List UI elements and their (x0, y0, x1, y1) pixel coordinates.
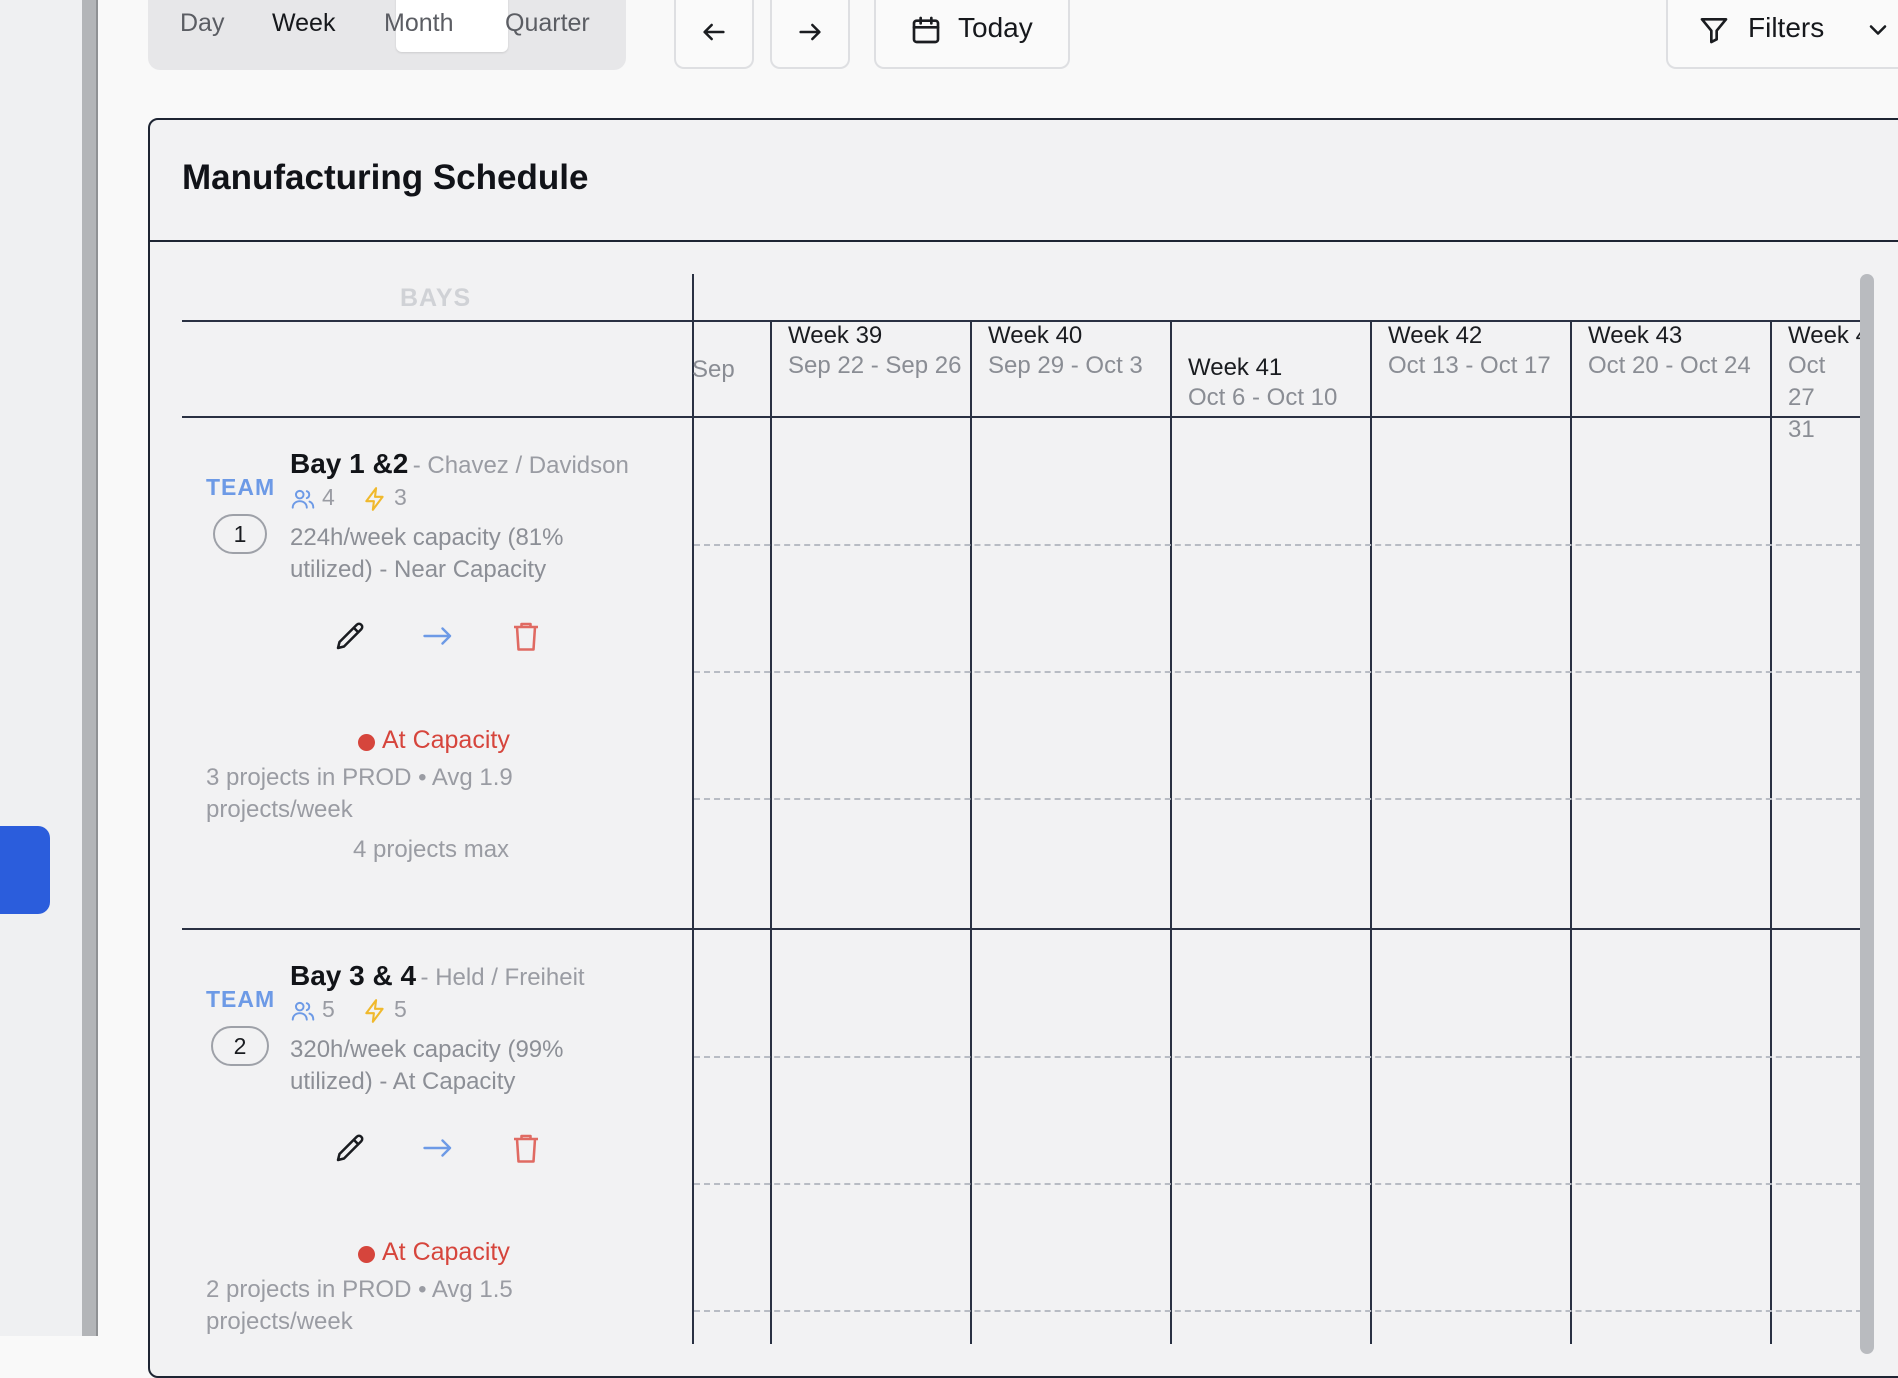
view-month-tab[interactable]: Month (384, 0, 453, 52)
week-divider (1370, 320, 1372, 1344)
today-button[interactable]: Today (874, 0, 1070, 69)
week-title: Week 41 (1188, 354, 1283, 381)
week-partial-range: Sep (692, 356, 735, 383)
view-week-tab[interactable]: Week (272, 0, 335, 52)
lightning-icon (365, 487, 384, 511)
week-header[interactable]: Week 40 Sep 29 - Oct 3 (988, 322, 1168, 382)
page-title: Manufacturing Schedule (182, 158, 589, 197)
filters-button[interactable]: Filters (1666, 0, 1898, 69)
trash-icon (514, 622, 538, 651)
bay-leads: - Chavez / Davidson (412, 452, 629, 479)
pencil-icon (336, 622, 364, 650)
status-dot (358, 1246, 375, 1263)
calendar-icon (912, 16, 940, 44)
users-icon (291, 489, 315, 509)
week-range: Oct 20 - Oct 24 (1588, 352, 1751, 379)
bay-name: Bay 3 & 4 (290, 960, 417, 991)
power-count: 3 (394, 484, 407, 510)
week-header-partial[interactable]: Week 4 Oct 27 31 (1788, 322, 1860, 446)
filter-icon (1700, 18, 1728, 44)
panel-header-divider (150, 240, 1898, 242)
week-divider (770, 320, 772, 1344)
move-bay-button[interactable] (420, 618, 456, 654)
week-range: Oct 27 31 (1788, 352, 1826, 443)
prev-week-button[interactable] (674, 0, 754, 69)
delete-bay-button[interactable] (508, 618, 544, 654)
view-quarter-tab[interactable]: Quarter (505, 0, 590, 52)
week-title: Week 4 (1788, 322, 1860, 349)
bay-title: Bay 3 & 4 - Held / Freiheit (290, 960, 585, 992)
week-divider (970, 320, 972, 1344)
week-range: Sep 22 - Sep 26 (788, 352, 962, 379)
slot-divider (694, 671, 1862, 673)
week-range: Oct 13 - Oct 17 (1388, 352, 1551, 379)
arrow-right-icon (799, 23, 821, 41)
status-label: At Capacity (382, 726, 510, 754)
team-label: TEAM (206, 474, 276, 500)
week-divider (1770, 320, 1772, 1344)
bay-name: Bay 1 &2 (290, 448, 409, 479)
week-divider (1570, 320, 1572, 1344)
bay-row: TEAM 2 Bay 3 & 4 - Held / Freiheit 5 5 3… (182, 930, 690, 1336)
week-title: Week 42 (1388, 322, 1483, 349)
view-switcher: Day Week Month Quarter (148, 0, 626, 70)
week-range: Sep 29 - Oct 3 (988, 352, 1143, 379)
bay-leads: - Held / Freiheit (420, 964, 585, 991)
edit-bay-button[interactable] (332, 618, 368, 654)
slot-divider (694, 544, 1862, 546)
move-bay-button[interactable] (420, 1130, 456, 1166)
projects-max: 4 projects max (353, 836, 510, 863)
projects-summary: 3 projects in PROD • Avg 1.9 projects/we… (206, 764, 513, 823)
week-header[interactable]: Week 42 Oct 13 - Oct 17 (1388, 322, 1568, 382)
slot-divider (694, 1310, 1862, 1312)
team-number-badge: 1 (213, 514, 267, 554)
slot-divider (694, 1056, 1862, 1058)
team-number-badge: 2 (211, 1026, 269, 1066)
slot-divider (694, 1183, 1862, 1185)
chevron-down-icon (1869, 25, 1887, 35)
capacity-text: 320h/week capacity (99% utilized) - At C… (290, 1036, 564, 1095)
week-header[interactable]: Week 43 Oct 20 - Oct 24 (1588, 322, 1768, 382)
capacity-text: 224h/week capacity (81% utilized) - Near… (290, 524, 564, 583)
arrow-right-icon (423, 627, 452, 645)
delete-bay-button[interactable] (508, 1130, 544, 1166)
sidebar-active-tab[interactable] (0, 826, 50, 914)
projects-summary: 2 projects in PROD • Avg 1.5 projects/we… (206, 1276, 513, 1335)
users-icon (291, 1001, 315, 1021)
week-header-current[interactable]: Week 41 Oct 6 - Oct 10 (1188, 354, 1368, 414)
bay-row: TEAM 1 Bay 1 &2 - Chavez / Davidson 4 3 … (182, 418, 690, 926)
sidebar-resize-rail[interactable] (82, 0, 98, 1336)
week-title: Week 43 (1588, 322, 1683, 349)
week-title: Week 39 (788, 322, 883, 349)
week-header[interactable]: Week 39 Sep 22 - Sep 26 (788, 322, 968, 382)
team-label: TEAM (206, 986, 276, 1012)
arrow-right-icon (423, 1139, 452, 1157)
next-week-button[interactable] (770, 0, 850, 69)
view-day-tab[interactable]: Day (180, 0, 224, 52)
pencil-icon (336, 1134, 364, 1162)
timeline-scrollbar[interactable] (1860, 274, 1874, 1354)
edit-bay-button[interactable] (332, 1130, 368, 1166)
week-divider (1170, 320, 1172, 1344)
status-label: At Capacity (382, 1238, 510, 1266)
slot-divider (694, 798, 1862, 800)
sidebar (0, 0, 82, 1336)
status-dot (358, 734, 375, 751)
bays-column-header: BAYS (400, 284, 472, 312)
trash-icon (514, 1134, 538, 1163)
week-title: Week 40 (988, 322, 1083, 349)
bay-title: Bay 1 &2 - Chavez / Davidson (290, 448, 629, 480)
filters-label: Filters (1748, 12, 1825, 43)
staff-count: 4 (322, 484, 335, 510)
today-label: Today (958, 12, 1033, 43)
lightning-icon (365, 999, 384, 1023)
arrow-left-icon (703, 23, 725, 41)
power-count: 5 (394, 996, 407, 1022)
staff-count: 5 (322, 996, 335, 1022)
week-range: Oct 6 - Oct 10 (1188, 384, 1338, 411)
